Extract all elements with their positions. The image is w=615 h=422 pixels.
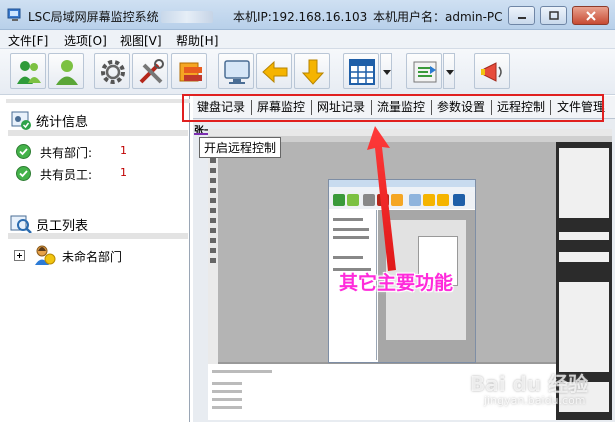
maximize-button[interactable] xyxy=(540,6,567,25)
annotation-callout: 其它主要功能 xyxy=(339,272,454,294)
close-button[interactable] xyxy=(572,6,609,25)
left-panel: 统计信息 共有部门: 1 共有员工: 1 员工列表 未命名部门 xyxy=(0,96,190,422)
annotation-arrow-icon xyxy=(367,126,396,271)
megaphone-icon xyxy=(481,62,502,82)
network-icon xyxy=(413,61,437,83)
schedule-button[interactable] xyxy=(343,53,379,89)
settings-button[interactable] xyxy=(94,53,130,89)
section-divider xyxy=(8,130,188,136)
employee-count: 1 xyxy=(120,166,127,179)
menu-view[interactable]: 视图[V] xyxy=(120,32,162,49)
department-icon xyxy=(35,245,56,265)
stats-title: 统计信息 xyxy=(36,115,89,130)
tree-item-department[interactable]: 未命名部门 xyxy=(14,245,184,268)
window-title: LSC局域网屏幕监控系统 xyxy=(28,8,213,25)
broadcast-button[interactable] xyxy=(474,53,510,89)
check-icon xyxy=(16,144,31,159)
check-icon xyxy=(16,166,31,181)
watermark-url: jingyan.baidu.com xyxy=(484,394,586,407)
panel-header-bar xyxy=(6,99,190,103)
network-button[interactable] xyxy=(406,53,442,89)
menu-help[interactable]: 帮助[H] xyxy=(176,32,218,49)
minimize-icon xyxy=(517,16,526,19)
remote-titlebar xyxy=(208,129,612,136)
menu-file[interactable]: 文件[F] xyxy=(8,32,48,49)
server-icon xyxy=(179,62,202,82)
employee-label: 共有员工: xyxy=(40,168,93,182)
users-button[interactable] xyxy=(10,53,46,89)
menu-options[interactable]: 选项[O] xyxy=(64,32,107,49)
tree-label: 未命名部门 xyxy=(62,250,123,264)
tools-button[interactable] xyxy=(132,53,168,89)
employees-title: 员工列表 xyxy=(36,219,89,234)
department-label: 共有部门: xyxy=(40,146,93,160)
arrow-left-icon xyxy=(262,60,288,84)
calendar-grid-icon xyxy=(349,59,375,85)
download-button[interactable] xyxy=(294,53,330,89)
users-icon xyxy=(17,61,41,84)
toolbar xyxy=(0,49,615,95)
local-ip: 本机IP:192.168.16.103 xyxy=(233,10,368,24)
user-icon xyxy=(56,60,78,85)
monitor-button[interactable] xyxy=(218,53,254,89)
local-user: 本机用户名：admin-PC xyxy=(373,10,503,24)
remote-control-tooltip[interactable]: 开启远程控制 xyxy=(199,137,282,158)
tabs-highlight-box xyxy=(182,94,604,122)
user-button[interactable] xyxy=(48,53,84,89)
section-divider xyxy=(8,233,188,239)
statistics-icon xyxy=(11,111,31,130)
schedule-dropdown[interactable] xyxy=(380,53,392,89)
close-icon xyxy=(585,10,596,21)
menu-bar: 文件[F] 选项[O] 视图[V] 帮助[H] xyxy=(0,30,615,49)
monitor-icon xyxy=(224,60,250,84)
redacted-text xyxy=(160,11,213,23)
maximize-icon xyxy=(548,11,559,20)
app-icon xyxy=(7,8,21,21)
tree-expand-icon[interactable] xyxy=(14,250,25,261)
remote-tool-palette xyxy=(208,142,218,364)
department-count: 1 xyxy=(120,144,127,157)
watermark: Bai du 经验 xyxy=(470,372,589,396)
settings-gear-icon xyxy=(101,60,125,84)
back-button[interactable] xyxy=(256,53,292,89)
minimize-button[interactable] xyxy=(508,6,535,25)
network-dropdown[interactable] xyxy=(443,53,455,89)
tools-icon xyxy=(139,59,164,84)
arrow-down-icon xyxy=(301,59,325,85)
server-button[interactable] xyxy=(171,53,207,89)
title-bar: LSC局域网屏幕监控系统 本机IP:192.168.16.103 本机用户名：a… xyxy=(0,0,615,30)
